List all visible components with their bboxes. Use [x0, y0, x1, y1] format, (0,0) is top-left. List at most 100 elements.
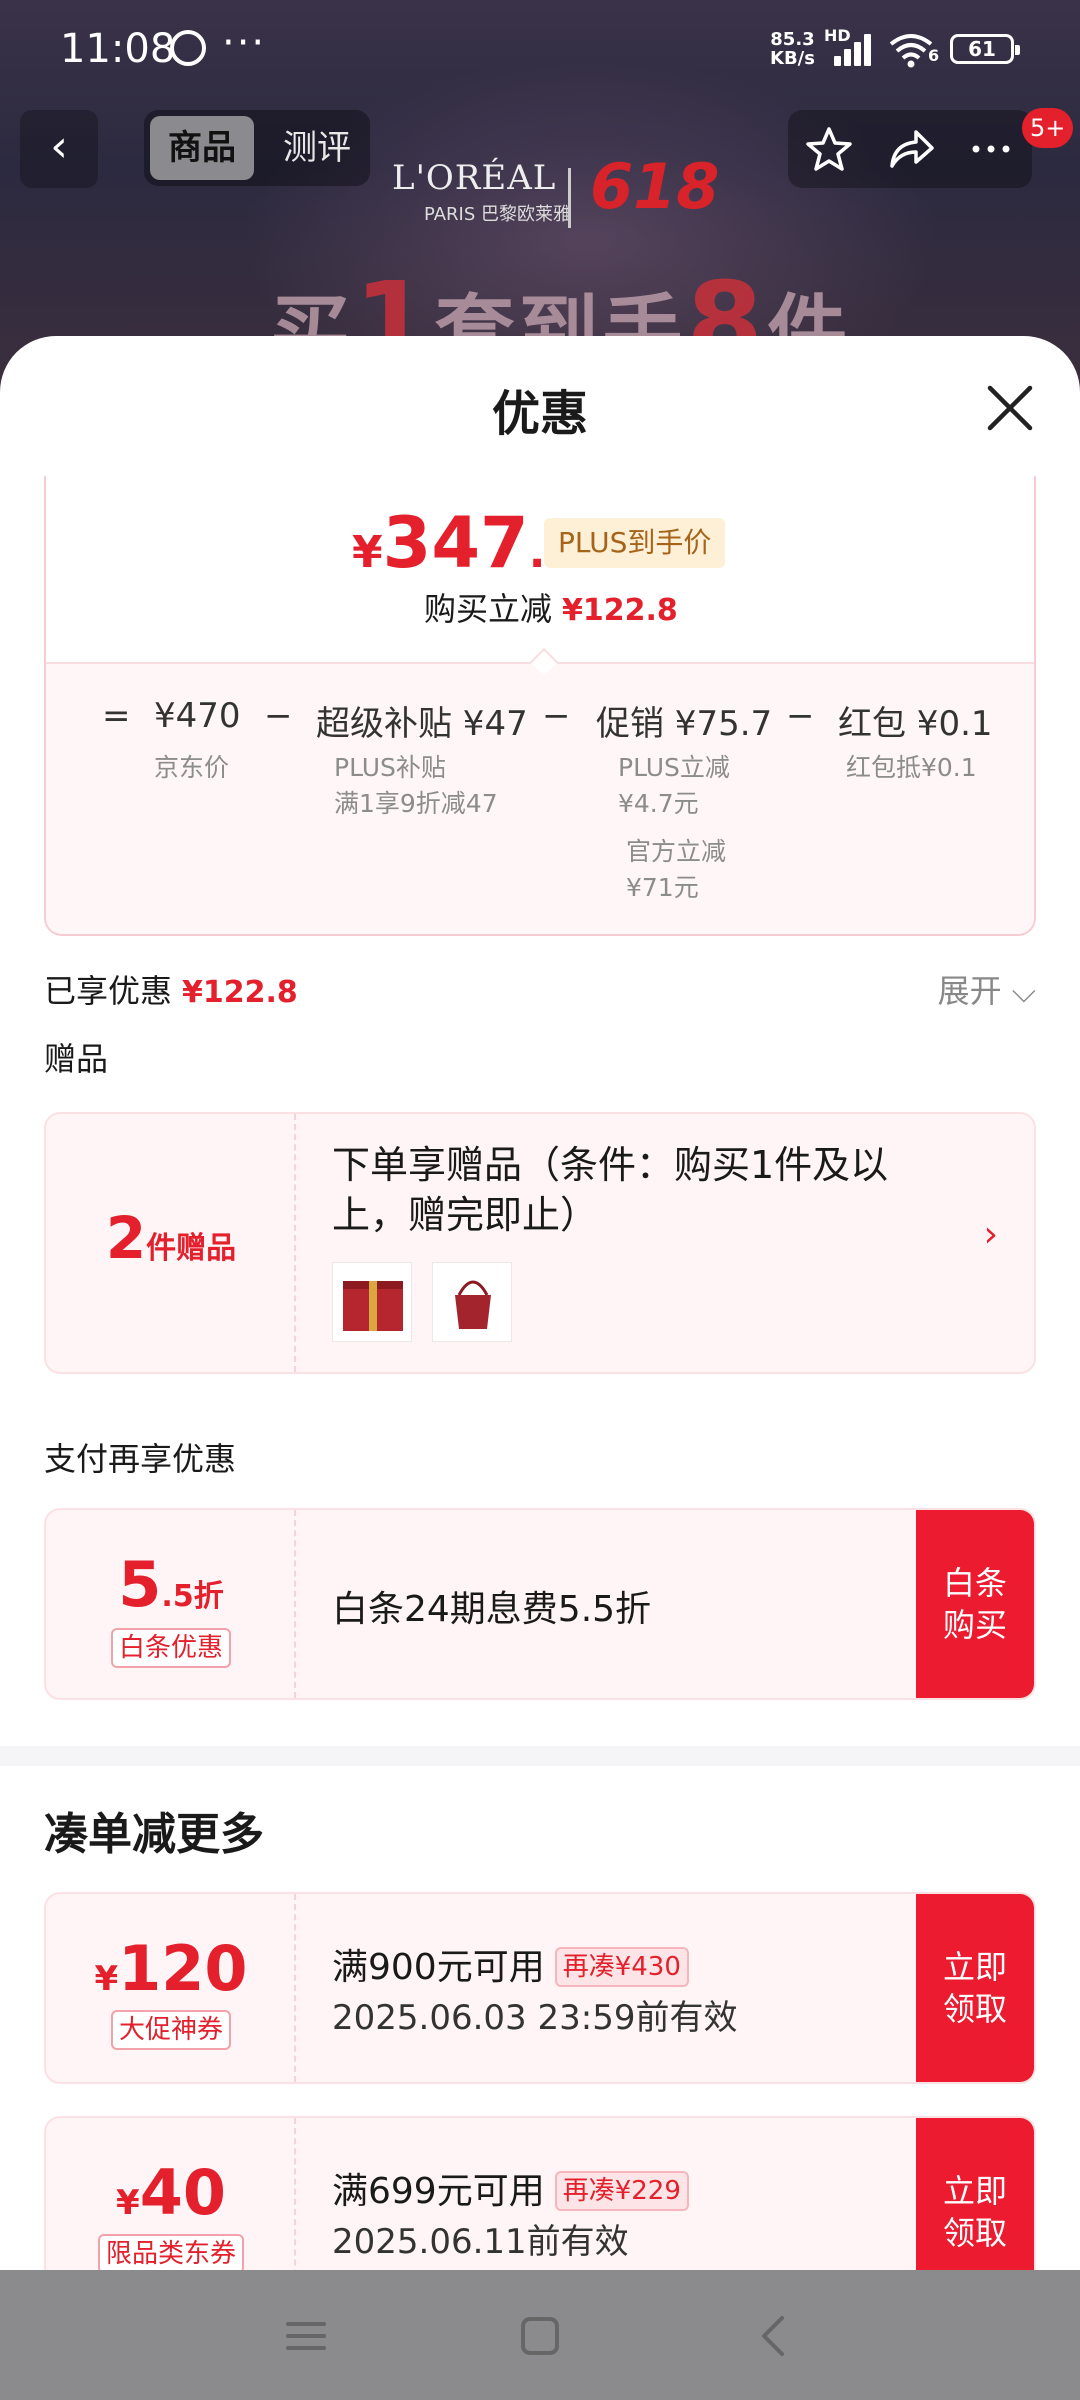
breakdown-promotion: 促销 ¥75.7	[596, 704, 773, 744]
status-time: 11:08	[60, 26, 176, 72]
menu-icon[interactable]	[284, 2314, 328, 2358]
tab-review[interactable]: 测评	[270, 116, 364, 180]
claim-coupon-button[interactable]: 立即 领取	[916, 2118, 1034, 2270]
network-speed-unit: KB/s	[770, 48, 815, 69]
coupon-amount-number: 40	[139, 2156, 226, 2229]
coupon-expiry: 2025.06.11前有效	[332, 2222, 629, 2262]
more-section-title: 凑单减更多	[44, 1809, 264, 1860]
coupon-pill-wrap: 限品类东券	[46, 2234, 296, 2270]
discount-sheet: 优惠 ¥347.2 PLUS到手价 购买立减 ¥122.8 = ¥470 − 超级…	[0, 336, 1080, 2270]
baitiao-discount: 5.5折	[46, 1548, 296, 1621]
price-breakdown: = ¥470 − 超级补贴 ¥47 − 促销 ¥75.7 − 红包 ¥0.1 京…	[46, 662, 1034, 934]
plus-subsidy-note: PLUS补贴	[334, 753, 446, 782]
coupon-pill: 大促神券	[110, 2010, 231, 2050]
baitiao-buy-label-1: 白条	[942, 1564, 1007, 1602]
claim-label-1: 立即	[942, 1948, 1007, 1986]
more-icon[interactable]	[966, 124, 1016, 174]
tab-product[interactable]: 商品	[150, 116, 254, 180]
baitiao-buy-button[interactable]: 白条 购买	[916, 1510, 1034, 1698]
purchase-reduction: 购买立减 ¥122.8	[424, 584, 678, 630]
enjoyed-discount: 已享优惠 ¥122.8	[44, 966, 298, 1012]
sheet-title: 优惠	[491, 386, 588, 442]
red-packet-note: 红包抵¥0.1	[846, 753, 977, 782]
final-price: ¥347.2	[352, 502, 576, 584]
notification-badge: 5+	[1022, 108, 1074, 148]
gift-section-label: 赠品	[44, 1040, 109, 1078]
coupon-yen: ¥	[116, 2183, 140, 2223]
baitiao-discount-small: .5折	[161, 1579, 224, 1614]
enjoyed-label: 已享优惠	[44, 972, 173, 1010]
status-bar: 11:08 ··· 85.3 KB/s HD 6 61	[0, 0, 1080, 96]
clock-icon	[170, 30, 206, 66]
breakdown-red-packet: 红包 ¥0.1	[838, 704, 993, 744]
gift-image-box	[332, 1262, 412, 1342]
claim-label-2: 领取	[942, 1990, 1007, 2028]
baitiao-pill-wrap: 白条优惠	[46, 1628, 296, 1668]
home-icon[interactable]	[518, 2314, 562, 2358]
price-card: ¥347.2 PLUS到手价 购买立减 ¥122.8 = ¥470 − 超级补贴 …	[44, 476, 1036, 936]
gift-count: 2件赠品	[46, 1204, 296, 1272]
claim-coupon-button[interactable]: 立即 领取	[916, 1894, 1034, 2082]
coupon-condition-text: 满900元可用	[332, 1947, 545, 1988]
baitiao-buy-label-2: 购买	[942, 1606, 1007, 1644]
brand-sub: PARIS 巴黎欧莱雅	[424, 204, 571, 225]
coupon-condition: 满900元可用 再凑¥430	[332, 1938, 689, 1990]
coupon-card: ¥40 限品类东券 满699元可用 再凑¥229 2025.06.11前有效 立即…	[44, 2116, 1036, 2270]
breakdown-super-subsidy: 超级补贴 ¥47	[316, 704, 528, 744]
reduction-amount: ¥122.8	[562, 593, 678, 628]
official-reduce-amount: ¥71元	[626, 873, 699, 902]
gift-count-number: 2	[105, 1204, 147, 1272]
coupon-remaining: 再凑¥229	[554, 2171, 689, 2211]
coupon-amount: ¥120	[46, 1932, 296, 2005]
brand-logo: L'ORÉAL	[392, 158, 557, 198]
network-speed: 85.3 KB/s	[770, 30, 815, 68]
gift-card[interactable]: 2件赠品 下单享赠品（条件：购买1件及以上，赠完即止） ›	[44, 1112, 1036, 1374]
gift-image-bag	[432, 1262, 512, 1342]
back-button[interactable]: ‹	[20, 110, 98, 188]
plus-reduce-amount: ¥4.7元	[618, 789, 699, 818]
plus-subsidy-detail: 满1享9折减47	[334, 789, 498, 818]
chevron-right-icon[interactable]: ›	[984, 1214, 998, 1255]
gift-count-unit: 件赠品	[146, 1231, 237, 1266]
campaign-logo: 618	[590, 150, 720, 223]
payment-section-label: 支付再享优惠	[44, 1440, 237, 1478]
baitiao-card: 5.5折 白条优惠 白条24期息费5.5折 白条 购买	[44, 1508, 1036, 1700]
battery-icon: 61	[950, 34, 1020, 64]
share-icon[interactable]	[886, 124, 936, 174]
claim-label-2: 领取	[942, 2214, 1007, 2252]
wifi-level: 6	[928, 46, 940, 65]
coupon-condition-text: 满699元可用	[332, 2171, 545, 2212]
system-navbar	[0, 2270, 1080, 2400]
plus-price-tag: PLUS到手价	[544, 518, 726, 568]
coupon-pill: 限品类东券	[97, 2234, 244, 2270]
breakdown-jd-price: ¥470	[154, 696, 241, 736]
top-actions	[788, 110, 1032, 188]
final-price-int: 347	[382, 502, 529, 584]
coupon-yen: ¥	[94, 1959, 119, 1999]
close-icon[interactable]	[982, 380, 1038, 436]
reduction-label: 购买立减	[424, 590, 553, 628]
minus-sign: −	[542, 696, 571, 736]
coupon-pill-wrap: 大促神券	[46, 2010, 296, 2050]
claim-label-1: 立即	[942, 2172, 1007, 2210]
coupon-remaining: 再凑¥430	[554, 1947, 689, 1987]
coupon-amount-number: 120	[118, 1932, 248, 2005]
minus-sign: −	[264, 696, 293, 736]
coupon-condition: 满699元可用 再凑¥229	[332, 2162, 689, 2214]
coupon-card: ¥120 大促神券 满900元可用 再凑¥430 2025.06.03 23:59…	[44, 1892, 1036, 2084]
jd-price-note: 京东价	[154, 753, 230, 782]
gift-bag-icon	[455, 1280, 491, 1329]
coupon-expiry: 2025.06.03 23:59前有效	[332, 1998, 738, 2038]
section-divider	[0, 1746, 1080, 1766]
baitiao-text: 白条24期息费5.5折	[332, 1589, 652, 1630]
star-icon[interactable]	[804, 124, 854, 174]
coupon-amount: ¥40	[46, 2156, 296, 2229]
signal-icon	[832, 32, 876, 66]
gift-box-icon	[343, 1281, 403, 1331]
baitiao-discount-big: 5	[118, 1548, 162, 1621]
header-tabs: 商品 测评	[144, 110, 370, 186]
expand-button[interactable]: 展开 ⌵	[938, 966, 1036, 1012]
brand-divider	[568, 168, 571, 228]
official-reduce-note: 官方立减	[626, 837, 727, 866]
back-nav-icon[interactable]	[752, 2314, 796, 2358]
